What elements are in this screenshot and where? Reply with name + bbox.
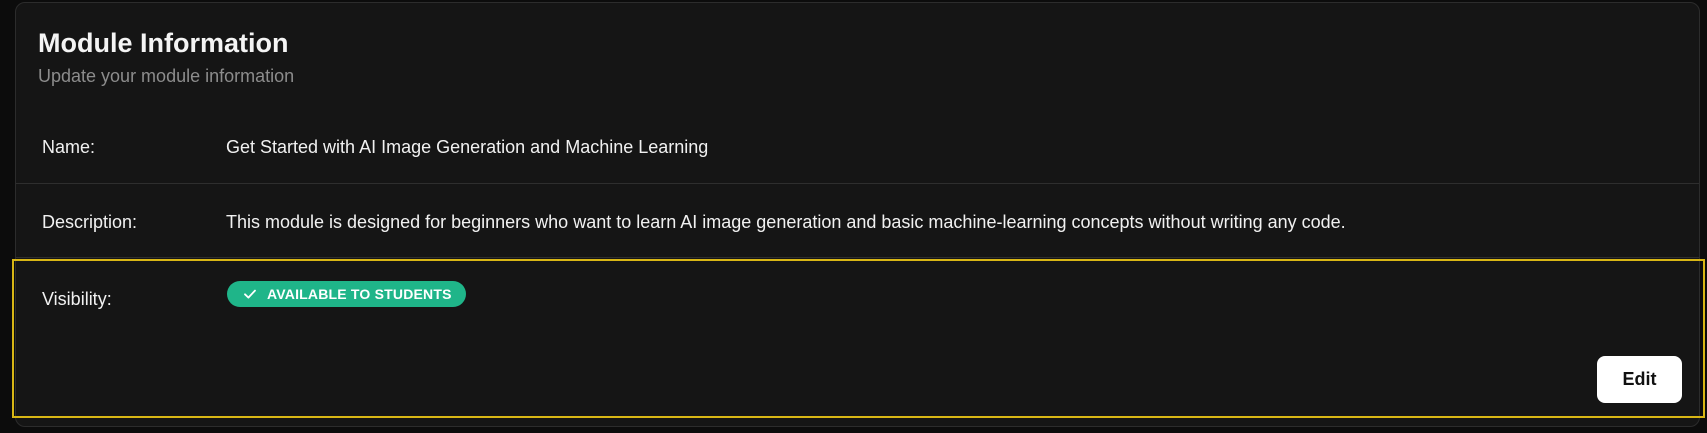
module-information-card: Module Information Update your module in… xyxy=(12,2,1705,427)
name-label: Name: xyxy=(42,137,96,157)
card-title: Module Information xyxy=(38,28,289,58)
name-value: Get Started with AI Image Generation and… xyxy=(226,137,709,157)
visibility-status-badge: AVAILABLE TO STUDENTS xyxy=(227,281,466,307)
description-label: Description: xyxy=(42,212,138,232)
description-value: This module is designed for beginners wh… xyxy=(226,212,1346,232)
check-icon xyxy=(244,289,256,299)
card-subtitle: Update your module information xyxy=(38,66,295,86)
edit-button[interactable]: Edit xyxy=(1597,356,1682,403)
visibility-label: Visibility: xyxy=(42,289,112,309)
name-row: Name: Get Started with AI Image Generati… xyxy=(16,111,1699,184)
visibility-section: Visibility: AVAILABLE TO STUDENTS Edit xyxy=(12,259,1705,418)
description-row: Description: This module is designed for… xyxy=(16,184,1699,258)
visibility-badge-text: AVAILABLE TO STUDENTS xyxy=(267,286,452,302)
